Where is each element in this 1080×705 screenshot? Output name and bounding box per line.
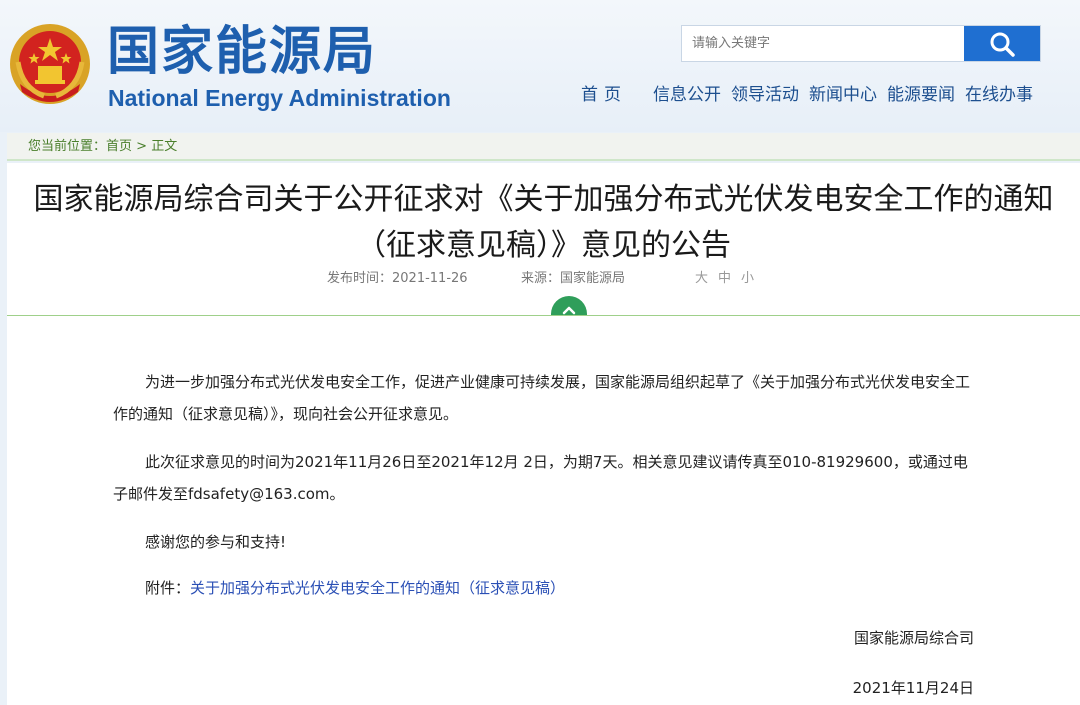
publish-date: 发布时间：2021-11-26 bbox=[327, 269, 468, 289]
signature-date: 2021年11月24日 bbox=[852, 679, 974, 697]
source-value: 国家能源局 bbox=[560, 271, 626, 286]
search-box bbox=[681, 25, 1041, 62]
paragraph: 为进一步加强分布式光伏发电安全工作，促进产业健康可持续发展，国家能源局组织起草了… bbox=[113, 373, 971, 423]
article-source: 来源：国家能源局 bbox=[521, 269, 625, 289]
article-body: 为进一步加强分布式光伏发电安全工作，促进产业健康可持续发展，国家能源局组织起草了… bbox=[113, 366, 979, 620]
paragraph: 此次征求意见的时间为2021年11月26日至2021年12月 2日，为期7天。相… bbox=[113, 453, 968, 503]
breadcrumb: 您当前位置：首页 > 正文 bbox=[7, 133, 1080, 161]
search-icon bbox=[990, 32, 1015, 57]
nav-item-leadership[interactable]: 领导活动 bbox=[726, 82, 804, 108]
nav-item-info-disclosure[interactable]: 信息公开 bbox=[648, 82, 726, 108]
attachment-label: 附件： bbox=[145, 579, 191, 597]
site-header: 国家能源局 National Energy Administration 首页 … bbox=[0, 0, 1080, 132]
nav-item-news-center[interactable]: 新闻中心 bbox=[804, 82, 882, 108]
article-divider bbox=[7, 315, 1080, 316]
signature: 国家能源局综合司 bbox=[853, 629, 974, 647]
site-title-en: National Energy Administration bbox=[108, 85, 451, 111]
font-size-small-button[interactable]: 小 bbox=[741, 271, 764, 286]
paragraph: 感谢您的参与和支持! bbox=[145, 533, 287, 551]
attachment-link[interactable]: 关于加强分布式光伏发电安全工作的通知（征求意见稿） bbox=[190, 579, 565, 597]
search-input[interactable] bbox=[682, 26, 964, 61]
source-label: 来源： bbox=[521, 271, 561, 286]
article: 国家能源局综合司关于公开征求对《关于加强分布式光伏发电安全工作的通知（征求意见稿… bbox=[7, 163, 1080, 705]
font-size-switcher: 大中小 bbox=[695, 269, 764, 289]
site-title-cn: 国家能源局 bbox=[107, 22, 378, 82]
national-emblem-icon bbox=[10, 24, 90, 104]
breadcrumb-home-link[interactable]: 首页 bbox=[106, 139, 132, 154]
search-button[interactable] bbox=[964, 26, 1040, 61]
nav-item-energy-news[interactable]: 能源要闻 bbox=[882, 82, 960, 108]
nav-item-online-services[interactable]: 在线办事 bbox=[960, 82, 1038, 108]
nav-item-home[interactable]: 首页 bbox=[576, 82, 632, 108]
collapse-toggle-button[interactable] bbox=[551, 296, 587, 316]
attachment-line: 附件：关于加强分布式光伏发电安全工作的通知（征求意见稿） bbox=[113, 572, 979, 604]
publish-label: 发布时间： bbox=[327, 271, 393, 286]
breadcrumb-prefix: 您当前位置： bbox=[28, 139, 107, 154]
breadcrumb-current: 正文 bbox=[151, 139, 178, 154]
article-title: 国家能源局综合司关于公开征求对《关于加强分布式光伏发电安全工作的通知（征求意见稿… bbox=[33, 182, 1054, 263]
breadcrumb-separator: > bbox=[132, 139, 152, 154]
font-size-medium-button[interactable]: 中 bbox=[718, 271, 741, 286]
main-nav: 首页 信息公开 领导活动 新闻中心 能源要闻 在线办事 bbox=[576, 82, 1038, 108]
publish-date-value: 2021-11-26 bbox=[392, 271, 468, 286]
font-size-large-button[interactable]: 大 bbox=[695, 271, 718, 286]
